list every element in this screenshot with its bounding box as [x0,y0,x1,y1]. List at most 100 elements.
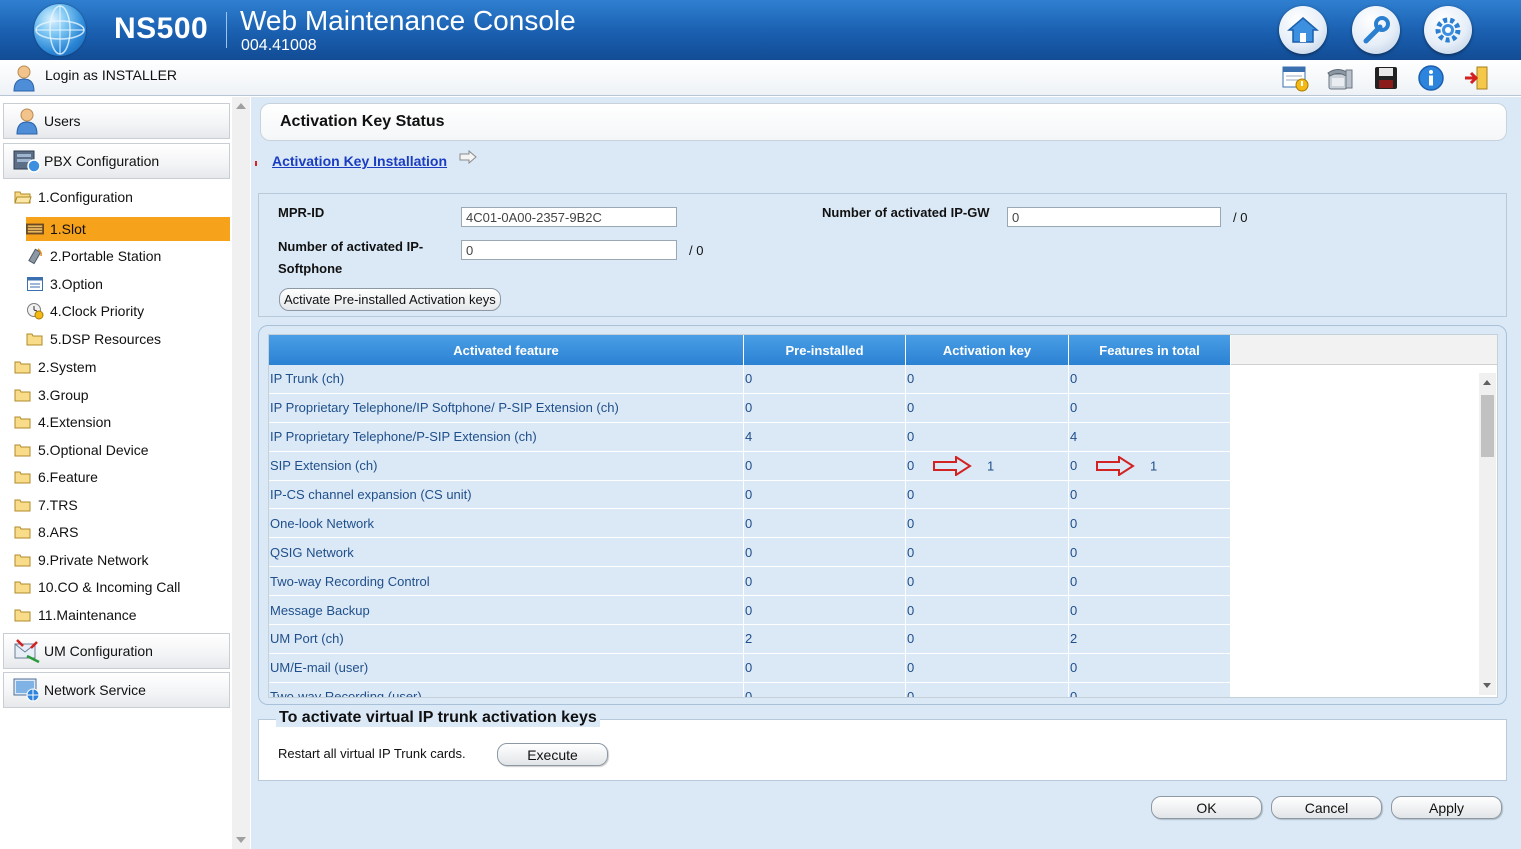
settings-button[interactable] [1424,6,1472,54]
column-header-pre-installed: Pre-installed [744,335,906,365]
tree-item-group[interactable]: 3.Group [14,383,89,407]
ok-button[interactable]: OK [1151,796,1262,819]
cell-pre-installed: 0 [744,393,906,422]
cell-pre-installed: 0 [744,538,906,567]
tree-item-configuration[interactable]: 1.Configuration [14,185,133,209]
mpr-id-label: MPR-ID [278,205,325,220]
sidebar-item-label: Users [44,113,81,129]
tree-item-label: 1.Configuration [38,189,133,205]
cell-feature: IP Proprietary Telephone/P-SIP Extension… [269,422,744,451]
cell-activation-key: 0 [906,393,1069,422]
tree-item-option[interactable]: 3.Option [26,272,103,296]
sidebar-item-um-configuration[interactable]: UM Configuration [3,633,230,669]
cell-pre-installed: 0 [744,365,906,393]
folder-icon [14,579,32,595]
tree-item-clock-priority[interactable]: 4.Clock Priority [26,299,144,323]
tree-item-slot[interactable]: 1.Slot [26,217,230,241]
sidebar-item-users[interactable]: Users [3,103,230,139]
execute-button[interactable]: Execute [497,743,608,766]
table-body: IP Trunk (ch) 0 0 0 IP Proprietary Telep… [269,365,1231,697]
cell-activation-key: 0 [906,365,1069,393]
table-row: IP Trunk (ch) 0 0 0 [269,365,1231,394]
cell-total: 0 [1069,682,1231,697]
cell-pre-installed: 0 [744,596,906,625]
tree-item-private-network[interactable]: 9.Private Network [14,548,148,572]
total-new-value: 1 [1150,458,1158,474]
option-list-icon [26,276,44,292]
app-version: 004.41008 [241,37,317,54]
tree-item-system[interactable]: 2.System [14,355,96,379]
cancel-button[interactable]: Cancel [1271,796,1382,819]
activation-key-installation-link[interactable]: Activation Key Installation [272,153,447,169]
tree-item-label: 2.System [38,359,97,375]
ip-gw-max: / 0 [1233,210,1248,225]
tree-item-label: 1.Slot [50,221,86,237]
tree-item-dsp-resources[interactable]: 5.DSP Resources [26,327,161,351]
sidebar-scrollbar[interactable] [232,97,250,849]
scroll-down-icon[interactable] [1483,683,1491,688]
ip-gw-field[interactable] [1007,207,1221,227]
sidebar-item-label: UM Configuration [44,643,153,659]
cell-feature: IP-CS channel expansion (CS unit) [269,480,744,509]
tree-item-maintenance[interactable]: 11.Maintenance [14,603,137,627]
scroll-up-icon[interactable] [236,103,246,109]
tree-item-extension[interactable]: 4.Extension [14,410,111,434]
tree-item-trs[interactable]: 7.TRS [14,493,78,517]
tree-item-co-incoming-call[interactable]: 10.CO & Incoming Call [14,575,180,599]
table-scrollbar[interactable] [1479,373,1496,695]
title-separator [226,12,227,48]
home-button[interactable] [1279,6,1327,54]
tree-item-ars[interactable]: 8.ARS [14,520,78,544]
cell-total: 0 [1069,567,1231,596]
save-icon [1375,67,1397,89]
sidebar-item-network-service[interactable]: Network Service [3,672,230,708]
wrench-icon [1363,16,1390,44]
cell-pre-installed: 0 [744,682,906,697]
schedule-button[interactable] [1281,64,1309,92]
cell-feature: IP Proprietary Telephone/IP Softphone/ P… [269,393,744,422]
tree-item-label: 7.TRS [38,497,78,513]
cell-feature: IP Trunk (ch) [269,365,744,393]
cell-feature: QSIG Network [269,538,744,567]
tree-item-optional-device[interactable]: 5.Optional Device [14,438,149,462]
folder-open-icon [14,189,32,205]
table-row: UM/E-mail (user) 0 0 0 [269,653,1231,683]
table-header: Activated feature Pre-installed Activati… [269,335,1231,365]
cell-total: 0 [1069,538,1231,567]
cell-total: 4 [1069,422,1231,451]
folder-icon [14,497,32,513]
folder-icon [14,469,32,485]
cell-pre-installed: 0 [744,653,906,682]
ip-softphone-label-line1: Number of activated IP- [278,239,424,254]
activate-preinstalled-button[interactable]: Activate Pre-installed Activation keys [279,288,501,311]
arrow-right-icon[interactable] [459,149,477,167]
cell-activation-key: 0 [906,538,1069,567]
cell-total: 0 1 [1069,451,1231,480]
info-button[interactable] [1417,64,1445,92]
table-row: One-look Network 0 0 0 [269,509,1231,539]
main-content: Activation Key Status Activation Key Ins… [251,97,1521,849]
scrollbar-thumb[interactable] [1481,395,1494,457]
tree-item-label: 11.Maintenance [38,607,137,623]
cell-feature: UM Port (ch) [269,625,744,653]
ip-softphone-field[interactable] [461,240,677,260]
scroll-up-icon[interactable] [1483,380,1491,385]
apply-button[interactable]: Apply [1391,796,1502,819]
tree-item-feature[interactable]: 6.Feature [14,465,98,489]
folder-icon [14,359,32,375]
mpr-id-field[interactable] [461,207,677,227]
cell-feature: Two-way Recording (user) [269,682,744,697]
tree-item-label: 10.CO & Incoming Call [38,579,181,595]
tree-item-portable-station[interactable]: 2.Portable Station [26,244,161,268]
logout-button[interactable] [1462,64,1490,92]
phone-button[interactable] [1326,64,1354,92]
cell-pre-installed: 0 [744,567,906,596]
save-button[interactable] [1372,64,1400,92]
sidebar-item-label: Network Service [44,682,146,698]
tree-item-label: 4.Clock Priority [50,303,145,319]
activation-table-panel: Activated feature Pre-installed Activati… [258,325,1507,705]
page-title-bar: Activation Key Status [260,103,1507,141]
sidebar-item-pbx-configuration[interactable]: PBX Configuration [3,143,230,179]
maintenance-button[interactable] [1352,6,1400,54]
scroll-down-icon[interactable] [236,837,246,843]
